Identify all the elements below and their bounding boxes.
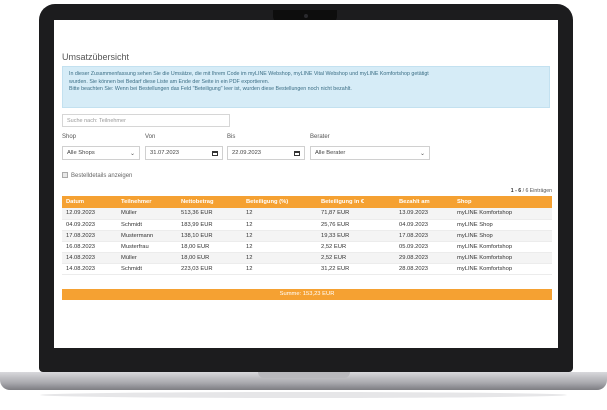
cell-shop: myLINE Shop bbox=[453, 230, 552, 242]
cell-share-eur: 25,76 EUR bbox=[317, 219, 395, 231]
column-header-net[interactable]: Nettobetrag bbox=[177, 196, 242, 208]
entry-count-total: / 6 Einträgen bbox=[521, 188, 552, 194]
cell-shop: myLINE Komfortshop bbox=[453, 263, 552, 275]
chevron-down-icon: ⌄ bbox=[129, 151, 135, 157]
shop-select[interactable]: Alle Shops ⌄ bbox=[62, 146, 140, 160]
cell-paid: 05.09.2023 bbox=[395, 241, 453, 253]
cell-share-eur: 2,52 EUR bbox=[317, 252, 395, 264]
info-line: In dieser Zusammenfassung sehen Sie die … bbox=[69, 71, 429, 77]
details-checkbox-label: Bestelldetails anzeigen bbox=[71, 173, 133, 179]
cell-share-percent: 12 bbox=[242, 230, 317, 242]
cell-share-eur: 31,22 EUR bbox=[317, 263, 395, 275]
page-title: Umsatzübersicht bbox=[62, 52, 130, 62]
calendar-icon[interactable] bbox=[294, 151, 300, 156]
cell-shop: myLINE Komfortshop bbox=[453, 241, 552, 253]
cell-shop: myLINE Komfortshop bbox=[453, 208, 552, 220]
from-date-value: 31.07.2023 bbox=[150, 150, 180, 156]
cell-date: 14.08.2023 bbox=[62, 263, 117, 275]
to-date-value: 22.09.2023 bbox=[232, 150, 262, 156]
entry-count-range: 1 - 6 bbox=[510, 188, 522, 194]
cell-share-percent: 12 bbox=[242, 252, 317, 264]
table-row: 12.09.2023 Müller 513,36 EUR 12 71,87 EU… bbox=[62, 208, 552, 220]
cell-date: 04.09.2023 bbox=[62, 219, 117, 231]
cell-participant: Mustermann bbox=[117, 230, 177, 242]
cell-net: 183,99 EUR bbox=[177, 219, 242, 231]
cell-shop: myLINE Shop bbox=[453, 219, 552, 231]
cell-participant: Müller bbox=[117, 252, 177, 264]
search-input[interactable]: Suche nach: Teilnehmer bbox=[62, 114, 230, 127]
table-sum-row: Summe: 153,23 EUR bbox=[62, 289, 552, 300]
cell-paid: 29.08.2023 bbox=[395, 252, 453, 264]
cell-date: 12.09.2023 bbox=[62, 208, 117, 220]
cell-date: 16.08.2023 bbox=[62, 241, 117, 253]
screen: Umsatzübersicht In dieser Zusammenfassun… bbox=[54, 20, 558, 348]
cell-shop: myLINE Komfortshop bbox=[453, 252, 552, 264]
cell-paid: 04.09.2023 bbox=[395, 219, 453, 231]
table-row: 16.08.2023 Musterfrau 18,00 EUR 12 2,52 … bbox=[62, 241, 552, 253]
cell-participant: Schmidt bbox=[117, 263, 177, 275]
column-header-date[interactable]: Datum bbox=[62, 196, 117, 208]
advisor-select-value: Alle Berater bbox=[315, 150, 346, 156]
column-header-shop[interactable]: Shop bbox=[453, 196, 552, 208]
from-date-input[interactable]: 31.07.2023 bbox=[145, 146, 223, 160]
advisor-select[interactable]: Alle Berater ⌄ bbox=[310, 146, 430, 160]
from-label: Von bbox=[145, 134, 156, 140]
camera-icon bbox=[304, 14, 308, 18]
cell-net: 513,36 EUR bbox=[177, 208, 242, 220]
cell-share-percent: 12 bbox=[242, 263, 317, 275]
info-line: wurden. Sie können bei Bedarf diese List… bbox=[69, 78, 270, 85]
to-label: Bis bbox=[227, 134, 236, 140]
cell-paid: 28.08.2023 bbox=[395, 263, 453, 275]
calendar-icon[interactable] bbox=[212, 151, 218, 156]
cell-net: 223,03 EUR bbox=[177, 263, 242, 275]
cell-net: 18,00 EUR bbox=[177, 252, 242, 264]
shop-select-value: Alle Shops bbox=[67, 150, 95, 156]
laptop-groove bbox=[258, 372, 350, 378]
cell-share-eur: 19,33 EUR bbox=[317, 230, 395, 242]
table-row: 14.08.2023 Müller 18,00 EUR 12 2,52 EUR … bbox=[62, 252, 552, 264]
cell-share-percent: 12 bbox=[242, 241, 317, 253]
cell-participant: Müller bbox=[117, 208, 177, 220]
laptop-mockup: Umsatzübersicht In dieser Zusammenfassun… bbox=[0, 0, 607, 410]
cell-date: 14.08.2023 bbox=[62, 252, 117, 264]
cell-share-eur: 71,87 EUR bbox=[317, 208, 395, 220]
cell-net: 18,00 EUR bbox=[177, 241, 242, 253]
shop-label: Shop bbox=[62, 134, 77, 140]
cell-share-percent: 12 bbox=[242, 208, 317, 220]
column-header-share-eur[interactable]: Beteiligung in € bbox=[317, 196, 395, 208]
cell-paid: 17.08.2023 bbox=[395, 230, 453, 242]
to-date-input[interactable]: 22.09.2023 bbox=[227, 146, 305, 160]
cell-share-percent: 12 bbox=[242, 219, 317, 231]
checkbox-icon[interactable] bbox=[62, 172, 68, 178]
chevron-down-icon: ⌄ bbox=[419, 151, 425, 157]
column-header-share-percent[interactable]: Beteiligung (%) bbox=[242, 196, 317, 208]
cell-paid: 13.09.2023 bbox=[395, 208, 453, 220]
cell-date: 17.08.2023 bbox=[62, 230, 117, 242]
info-box: In dieser Zusammenfassung sehen Sie die … bbox=[62, 66, 550, 108]
entry-count: 1 - 6 / 6 Einträgen bbox=[511, 188, 552, 194]
cell-net: 138,10 EUR bbox=[177, 230, 242, 242]
info-line: Bitte beachten Sie: Wenn bei Bestellunge… bbox=[69, 86, 352, 93]
sales-table: Datum Teilnehmer Nettobetrag Beteiligung… bbox=[62, 196, 552, 275]
advisor-label: Berater bbox=[310, 134, 330, 140]
table-row: 14.08.2023 Schmidt 223,03 EUR 12 31,22 E… bbox=[62, 263, 552, 275]
cell-share-eur: 2,52 EUR bbox=[317, 241, 395, 253]
table-row: 04.09.2023 Schmidt 183,99 EUR 12 25,76 E… bbox=[62, 219, 552, 231]
column-header-paid[interactable]: Bezahlt am bbox=[395, 196, 453, 208]
column-header-participant[interactable]: Teilnehmer bbox=[117, 196, 177, 208]
cell-participant: Musterfrau bbox=[117, 241, 177, 253]
table-row: 17.08.2023 Mustermann 138,10 EUR 12 19,3… bbox=[62, 230, 552, 242]
table-header-row: Datum Teilnehmer Nettobetrag Beteiligung… bbox=[62, 196, 552, 208]
details-checkbox[interactable]: Bestelldetails anzeigen bbox=[62, 172, 132, 179]
cell-participant: Schmidt bbox=[117, 219, 177, 231]
laptop-shadow bbox=[40, 392, 567, 398]
